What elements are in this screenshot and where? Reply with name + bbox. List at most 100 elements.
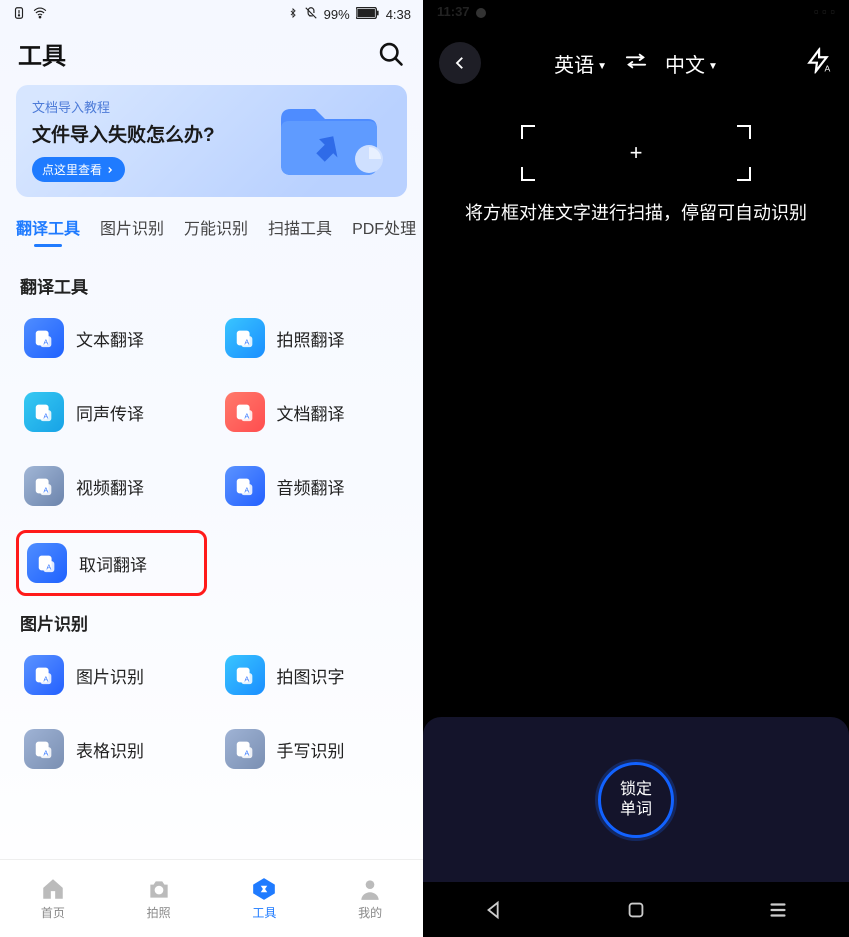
header: 工具 <box>0 28 423 75</box>
tool-photo-translate[interactable]: A 拍照翻译 <box>217 308 408 368</box>
tab-universal[interactable]: 万能识别 <box>184 209 248 251</box>
tool-table-recognize[interactable]: A 表格识别 <box>16 719 207 779</box>
svg-text:A: A <box>46 562 51 571</box>
tabbar-camera[interactable]: 拍照 <box>146 876 172 921</box>
chevron-down-icon: ▼ <box>708 61 718 72</box>
camera-icon <box>146 876 172 902</box>
wifi-icon <box>32 6 48 23</box>
mute-icon <box>304 6 318 23</box>
text-translate-icon: A <box>24 318 64 358</box>
flash-button[interactable]: A <box>805 48 831 79</box>
tool-realtime-translate[interactable]: A 同声传译 <box>16 382 207 442</box>
status-bar: 11:37 ▫ ▫ ▫ <box>423 0 849 23</box>
battery-pct: 99% <box>324 7 350 22</box>
tool-label: 拍图识字 <box>277 663 345 688</box>
tool-label: 视频翻译 <box>76 474 144 499</box>
word-pick-translate-icon: A <box>27 543 67 583</box>
back-button[interactable] <box>439 42 481 84</box>
tool-label: 图片识别 <box>76 663 144 688</box>
svg-text:A: A <box>244 337 249 346</box>
scan-frame: + <box>521 125 751 181</box>
tab-image[interactable]: 图片识别 <box>100 209 164 251</box>
lang-to: 中文▼ <box>665 49 718 78</box>
svg-text:A: A <box>43 337 48 346</box>
svg-text:A: A <box>43 485 48 494</box>
tool-label: 文本翻译 <box>76 326 144 351</box>
section-title-image: 图片识别 <box>20 610 407 635</box>
tool-audio-translate[interactable]: A 音频翻译 <box>217 456 408 516</box>
video-translate-icon: A <box>24 466 64 506</box>
scan-hint: 将方框对准文字进行扫描，停留可自动识别 <box>423 199 849 225</box>
tool-handwriting-recognize[interactable]: A 手写识别 <box>217 719 408 779</box>
left-screenshot: 99% 4:38 工具 文档导入教程 文件导入失败怎么办? 点这里查看 <box>0 0 423 937</box>
image-recognize-icon: A <box>24 655 64 695</box>
camera-bottom-panel: 锁定 单词 <box>423 717 849 882</box>
clock-text: 4:38 <box>386 7 411 22</box>
tool-photo-to-text[interactable]: A 拍图识字 <box>217 645 408 705</box>
tabbar-tools[interactable]: 工具 <box>251 876 277 921</box>
chevron-down-icon: ▼ <box>597 61 607 72</box>
camera-top-bar: 英语▼ 中文▼ A <box>423 23 849 103</box>
folder-icon <box>273 99 383 183</box>
lock-word-button[interactable]: 锁定 单词 <box>598 762 674 838</box>
tool-label: 同声传译 <box>76 400 144 425</box>
svg-text:A: A <box>244 411 249 420</box>
doc-translate-icon: A <box>225 392 265 432</box>
language-selector[interactable]: 英语▼ 中文▼ <box>554 49 718 78</box>
tab-pdf[interactable]: PDF处理 <box>352 209 416 251</box>
tool-label: 音频翻译 <box>277 474 345 499</box>
tool-image-recognize[interactable]: A 图片识别 <box>16 645 207 705</box>
nav-home-icon[interactable] <box>625 899 647 921</box>
android-nav-bar <box>423 882 849 937</box>
home-icon <box>40 876 66 902</box>
svg-text:A: A <box>825 63 831 73</box>
realtime-translate-icon: A <box>24 392 64 432</box>
tool-text-translate[interactable]: A 文本翻译 <box>16 308 207 368</box>
battery-icon <box>356 7 380 22</box>
tool-doc-translate[interactable]: A 文档翻译 <box>217 382 408 442</box>
plus-icon: + <box>630 140 643 166</box>
clock-text: 11:37 <box>437 4 470 19</box>
svg-text:A: A <box>244 485 249 494</box>
tabbar-profile[interactable]: 我的 <box>357 876 383 921</box>
tool-label: 拍照翻译 <box>277 326 345 351</box>
status-icons: ▫ ▫ ▫ <box>814 4 835 19</box>
category-tabs: 翻译工具 图片识别 万能识别 扫描工具 PDF处理 <box>0 209 423 251</box>
svg-text:A: A <box>43 674 48 683</box>
nav-recent-icon[interactable] <box>767 899 789 921</box>
status-bar: 99% 4:38 <box>0 0 423 28</box>
table-recognize-icon: A <box>24 729 64 769</box>
right-screenshot: 11:37 ▫ ▫ ▫ 英语▼ 中文▼ A + 将方框对准文字进行扫描，停留可自… <box>423 0 849 937</box>
svg-text:A: A <box>43 748 48 757</box>
page-title: 工具 <box>18 36 66 71</box>
bluetooth-icon <box>288 6 298 23</box>
tool-word-pick-translate[interactable]: A 取词翻译 <box>16 530 207 596</box>
lang-from: 英语▼ <box>554 49 607 78</box>
tabbar-home[interactable]: 首页 <box>40 876 66 921</box>
tool-label: 取词翻译 <box>79 551 147 576</box>
photo-to-text-icon: A <box>225 655 265 695</box>
audio-translate-icon: A <box>225 466 265 506</box>
bottom-tabbar: 首页 拍照 工具 我的 <box>0 859 423 937</box>
svg-text:A: A <box>43 411 48 420</box>
alert-icon <box>12 6 26 23</box>
svg-text:A: A <box>244 674 249 683</box>
banner-button[interactable]: 点这里查看 <box>32 157 125 182</box>
help-banner[interactable]: 文档导入教程 文件导入失败怎么办? 点这里查看 <box>16 85 407 197</box>
tab-translate[interactable]: 翻译工具 <box>16 209 80 251</box>
tool-video-translate[interactable]: A 视频翻译 <box>16 456 207 516</box>
swap-icon[interactable] <box>625 52 647 75</box>
nav-back-icon[interactable] <box>483 899 505 921</box>
tool-label: 手写识别 <box>277 737 345 762</box>
handwriting-recognize-icon: A <box>225 729 265 769</box>
section-title-translate: 翻译工具 <box>20 273 407 298</box>
tool-label: 文档翻译 <box>277 400 345 425</box>
svg-text:A: A <box>244 748 249 757</box>
photo-translate-icon: A <box>225 318 265 358</box>
tools-icon <box>251 876 277 902</box>
punch-hole <box>476 8 486 18</box>
tab-scan[interactable]: 扫描工具 <box>268 209 332 251</box>
content: 翻译工具 A 文本翻译 A 拍照翻译 A 同声传译 A 文档翻译 A 视频翻译 A 音频翻译 A 取词翻译… <box>0 251 423 937</box>
search-icon[interactable] <box>377 40 405 68</box>
tool-label: 表格识别 <box>76 737 144 762</box>
